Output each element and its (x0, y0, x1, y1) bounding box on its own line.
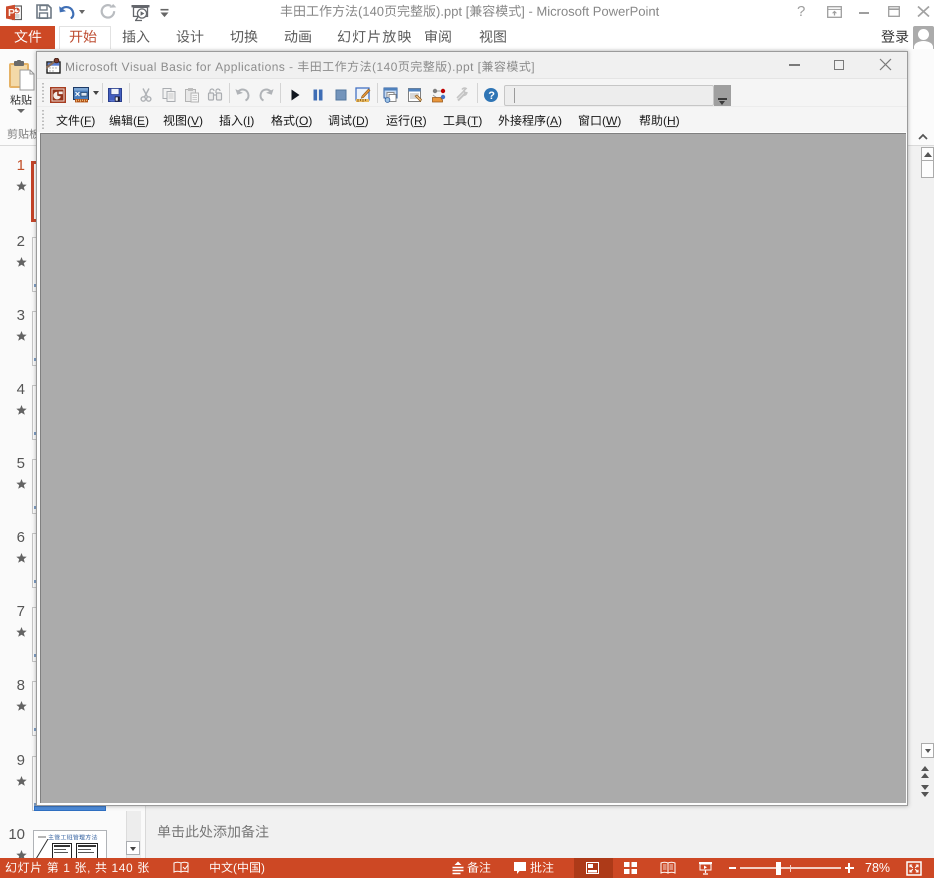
svg-text:P: P (8, 7, 15, 19)
svg-text:?: ? (488, 90, 495, 102)
